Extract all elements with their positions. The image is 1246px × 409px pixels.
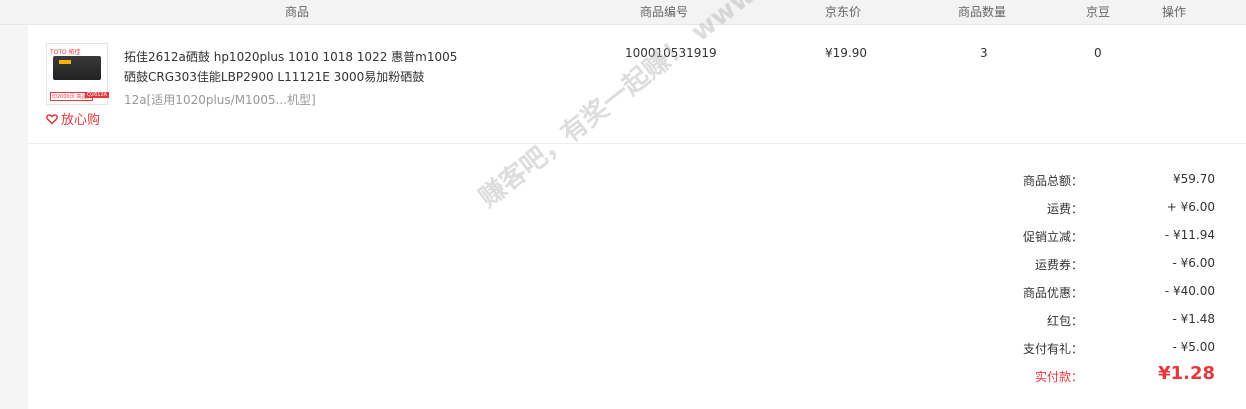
thumbnail-brand-label: TOTO 拓佳 — [50, 49, 81, 56]
product-quantity: 3 — [980, 46, 988, 60]
summary-value-goods-discount: - ¥40.00 — [1164, 284, 1215, 298]
summary-label-red-packet: 红包： — [1046, 314, 1083, 328]
table-header: 商品 商品编号 京东价 商品数量 京豆 操作 — [0, 0, 1246, 25]
product-price: ¥19.90 — [825, 46, 867, 60]
summary-label-goods-discount: 商品优惠： — [1022, 286, 1083, 300]
summary-label-goods-total: 商品总额： — [1022, 174, 1083, 188]
assurance-badge-label: 放心购 — [61, 113, 101, 128]
product-thumbnail[interactable]: TOTO 拓佳 印2000页 高品质 Q2612A — [46, 43, 110, 105]
assurance-badge[interactable]: 放心购 — [46, 109, 100, 128]
heart-icon — [46, 113, 58, 125]
column-header-action: 操作 — [1162, 5, 1187, 19]
thumbnail-tag-model: Q2612A — [85, 92, 110, 98]
product-sku: 100010531919 — [625, 46, 717, 60]
column-header-quantity: 商品数量 — [958, 5, 1007, 19]
product-title-link[interactable]: 拓佳2612a硒鼓 hp1020plus 1010 1018 1022 惠普m1… — [124, 47, 464, 87]
column-header-sku: 商品编号 — [640, 5, 689, 19]
summary-value-red-packet: - ¥1.48 — [1172, 312, 1216, 326]
summary-label-shipping: 运费： — [1046, 202, 1083, 216]
summary-value-payment-gift: - ¥5.00 — [1172, 340, 1216, 354]
summary-label-amount-paid: 实付款： — [1034, 370, 1083, 384]
summary-value-amount-paid: ¥1.28 — [1158, 363, 1215, 384]
column-header-jingdou: 京豆 — [1086, 5, 1111, 19]
column-header-product: 商品 — [285, 5, 310, 19]
summary-label-shipping-coupon: 运费券： — [1034, 258, 1083, 272]
summary-label-payment-gift: 支付有礼： — [1022, 342, 1083, 356]
product-spec: 12a[适用1020plus/M1005...机型] — [124, 93, 316, 107]
product-jingdou: 0 — [1094, 46, 1102, 60]
column-header-price: 京东价 — [825, 5, 862, 19]
summary-value-goods-total: ¥59.70 — [1173, 172, 1215, 186]
order-panel: TOTO 拓佳 印2000页 高品质 Q2612A 放心购 拓佳2612a硒鼓 … — [28, 25, 1246, 409]
summary-value-shipping-coupon: - ¥6.00 — [1172, 256, 1216, 270]
toner-cartridge-image — [53, 56, 101, 80]
row-divider — [28, 143, 1246, 144]
summary-value-promotion: - ¥11.94 — [1164, 228, 1215, 242]
summary-value-shipping: + ¥6.00 — [1166, 200, 1215, 214]
summary-label-promotion: 促销立减： — [1022, 230, 1083, 244]
